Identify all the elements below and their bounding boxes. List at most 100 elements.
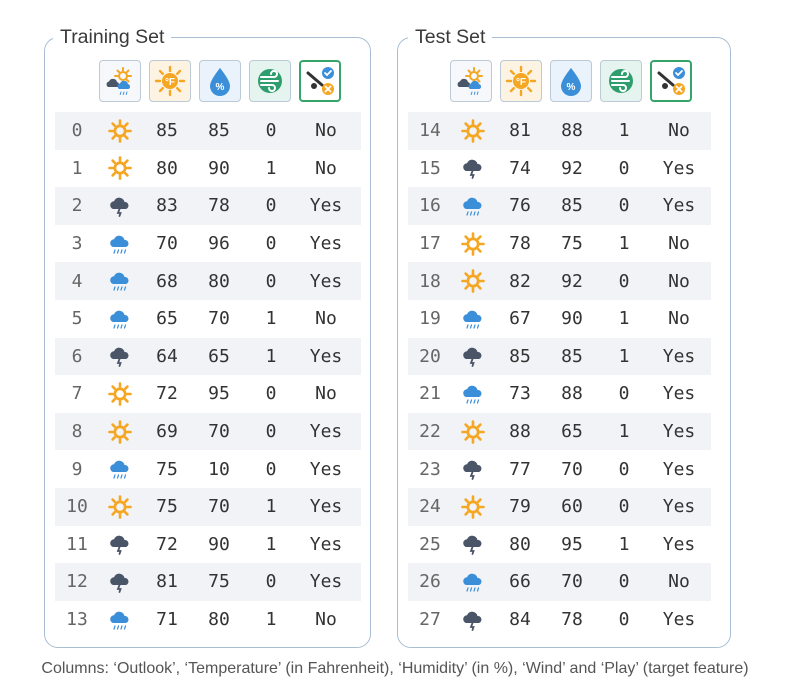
temperature-cell: 75: [156, 458, 178, 480]
rainy-icon: [99, 232, 141, 256]
wind-cell: 0: [618, 458, 630, 480]
table-row: 12 81 75 0 Yes: [55, 563, 361, 601]
humidity-cell: 65: [561, 421, 583, 443]
training-set-panel: Training Set °F% 0 85 85 0 No 1 80 90 1 No 2 83 78 0 Y…: [44, 24, 371, 648]
overcast-icon: [99, 532, 141, 556]
play-cell: No: [668, 308, 690, 330]
temperature-cell: 88: [509, 421, 531, 443]
table-row: 11 72 90 1 Yes: [55, 526, 361, 564]
table-row: 1 80 90 1 No: [55, 150, 361, 188]
sunny-icon: [99, 382, 141, 406]
temperature-cell: 72: [156, 383, 178, 405]
row-index: 7: [71, 383, 83, 405]
sunny-icon: [99, 494, 141, 519]
wind-cell: 1: [618, 421, 630, 443]
row-index: 12: [66, 571, 88, 593]
humidity-cell: 75: [561, 233, 583, 255]
wind-cell: 1: [618, 308, 630, 330]
table-row: 17 78 75 1 No: [408, 225, 711, 263]
svg-text:°F: °F: [165, 77, 175, 88]
row-index: 0: [71, 120, 83, 142]
play-cell: No: [668, 120, 690, 142]
overcast-icon: [452, 532, 494, 556]
row-index: 9: [71, 458, 83, 480]
wind-cell: 1: [265, 609, 277, 631]
row-index: 11: [66, 533, 88, 555]
play-cell: Yes: [309, 345, 343, 367]
rainy-icon: [452, 194, 494, 218]
row-index: 27: [419, 609, 441, 631]
rainy-icon: [452, 382, 494, 406]
wind-cell: 0: [265, 421, 277, 443]
row-index: 8: [71, 421, 83, 443]
wind-cell: 0: [618, 195, 630, 217]
wind-cell: 0: [265, 270, 277, 292]
table-row: 20 85 85 1 Yes: [408, 337, 711, 376]
temperature-cell: 65: [156, 308, 178, 330]
humidity-cell: 92: [561, 270, 583, 292]
wind-cell: 0: [618, 571, 630, 593]
rainy-icon: [99, 608, 141, 632]
sunny-icon: [99, 156, 141, 181]
table-row: 21 73 88 0 Yes: [408, 375, 711, 413]
play-cell: Yes: [309, 533, 343, 555]
overcast-icon: [99, 344, 141, 368]
temperature-cell: 68: [156, 270, 178, 292]
wind-cell: 0: [265, 571, 277, 593]
play-cell: Yes: [662, 195, 696, 217]
rainy-icon: [452, 570, 494, 594]
temperature-cell: 71: [156, 609, 178, 631]
temperature-cell: 85: [156, 120, 178, 142]
temperature-icon: °F: [149, 60, 191, 102]
row-index: 22: [419, 421, 441, 443]
temperature-cell: 67: [509, 308, 531, 330]
temperature-cell: 84: [509, 609, 531, 631]
temperature-icon: °F: [500, 60, 542, 102]
table-row: 0 85 85 0 No: [55, 112, 361, 150]
table-row: 24 79 60 0 Yes: [408, 487, 711, 526]
overcast-icon: [452, 608, 494, 632]
row-index: 16: [419, 195, 441, 217]
overcast-icon: [99, 194, 141, 218]
row-index: 24: [419, 496, 441, 518]
wind-cell: 0: [265, 458, 277, 480]
wind-cell: 0: [265, 120, 277, 142]
play-cell: Yes: [662, 421, 696, 443]
humidity-cell: 70: [561, 571, 583, 593]
row-index: 15: [419, 157, 441, 179]
play-cell: Yes: [662, 157, 696, 179]
humidity-cell: 95: [561, 533, 583, 555]
temperature-cell: 64: [156, 345, 178, 367]
row-index: 4: [71, 270, 83, 292]
humidity-cell: 90: [561, 308, 583, 330]
temperature-cell: 81: [156, 571, 178, 593]
temperature-cell: 74: [509, 157, 531, 179]
humidity-cell: 70: [561, 458, 583, 480]
play-cell: Yes: [662, 458, 696, 480]
humidity-cell: 10: [208, 458, 230, 480]
play-cell: Yes: [309, 458, 343, 480]
wind-icon: [249, 60, 291, 102]
row-index: 17: [419, 233, 441, 255]
humidity-cell: 88: [561, 383, 583, 405]
row-index: 14: [419, 120, 441, 142]
wind-cell: 1: [265, 157, 277, 179]
humidity-icon: %: [550, 60, 592, 102]
outlook-icon: [450, 60, 492, 102]
training-set-title: Training Set: [53, 24, 172, 50]
humidity-cell: 65: [208, 345, 230, 367]
caption: Columns: ‘Outlook’, ‘Temperature’ (in Fa…: [41, 660, 749, 677]
table-row: 27 84 78 0 Yes: [408, 601, 711, 639]
wind-cell: 0: [618, 157, 630, 179]
row-index: 3: [71, 233, 83, 255]
temperature-cell: 83: [156, 195, 178, 217]
svg-text:%: %: [567, 82, 576, 93]
table-row: 16 76 85 0 Yes: [408, 187, 711, 225]
play-icon: [650, 60, 692, 102]
humidity-cell: 60: [561, 496, 583, 518]
wind-cell: 1: [265, 308, 277, 330]
play-cell: No: [315, 157, 337, 179]
wind-cell: 1: [618, 233, 630, 255]
humidity-cell: 78: [561, 609, 583, 631]
humidity-cell: 85: [561, 195, 583, 217]
